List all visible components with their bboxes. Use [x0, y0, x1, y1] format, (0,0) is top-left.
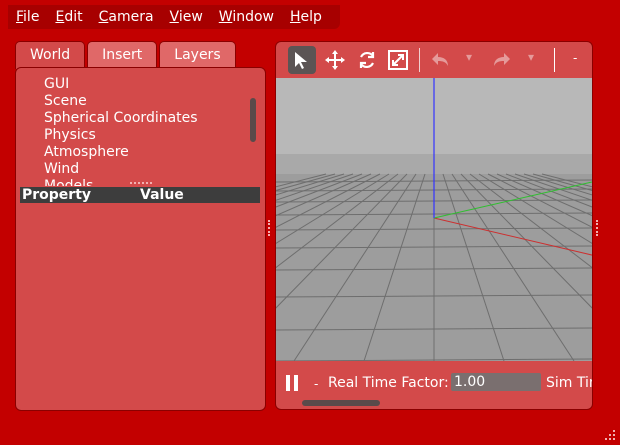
tree-scrollbar[interactable]	[250, 98, 256, 142]
select-arrow-icon[interactable]	[288, 46, 316, 74]
menu-camera[interactable]: Camera	[91, 9, 162, 25]
property-table-header: Property Value	[20, 187, 260, 203]
sim-status-bar: - Real Time Factor: 1.00 Sim Time	[276, 361, 592, 409]
redo-icon[interactable]	[488, 46, 516, 74]
tree-item-models[interactable]: Models	[44, 178, 198, 186]
pause-icon[interactable]	[286, 375, 300, 391]
tree-item-spherical-coordinates[interactable]: Spherical Coordinates	[44, 110, 198, 127]
rotate-icon[interactable]	[353, 46, 381, 74]
resize-grip-icon[interactable]	[604, 429, 616, 441]
render-panel: ▾ ▾ - - Real Time Factor: 1.00 Sim Time	[275, 41, 593, 410]
redo-dropdown-icon[interactable]: ▾	[528, 50, 534, 64]
world-panel: GUI Scene Spherical Coordinates Physics …	[15, 67, 266, 411]
splitter-handle[interactable]	[130, 182, 152, 186]
tree-item-wind[interactable]: Wind	[44, 161, 198, 178]
render-toolbar: ▾ ▾ -	[276, 42, 592, 78]
world-tree: GUI Scene Spherical Coordinates Physics …	[44, 76, 198, 186]
tree-item-scene[interactable]: Scene	[44, 93, 198, 110]
left-dock-grip[interactable]	[268, 220, 272, 236]
toolbar-separator	[419, 48, 420, 72]
left-panel-tabs: World Insert Layers	[15, 41, 238, 69]
property-column-header[interactable]: Property	[22, 187, 91, 203]
tab-insert[interactable]: Insert	[87, 41, 158, 68]
toolbar-separator-2	[554, 48, 555, 72]
rtf-label: Real Time Factor:	[328, 375, 449, 391]
translate-icon[interactable]	[321, 46, 349, 74]
tab-layers[interactable]: Layers	[159, 41, 236, 68]
tree-item-physics[interactable]: Physics	[44, 127, 198, 144]
horizontal-scrollbar[interactable]	[302, 400, 380, 406]
scale-icon[interactable]	[384, 46, 412, 74]
menu-file[interactable]: File	[8, 9, 47, 25]
tree-item-atmosphere[interactable]: Atmosphere	[44, 144, 198, 161]
toolbar-dash: -	[573, 51, 578, 65]
undo-dropdown-icon[interactable]: ▾	[466, 50, 472, 64]
menu-edit[interactable]: Edit	[47, 9, 90, 25]
value-column-header[interactable]: Value	[140, 187, 184, 203]
menu-window[interactable]: Window	[211, 9, 282, 25]
sim-time-label: Sim Time	[546, 375, 592, 391]
right-dock-grip[interactable]	[596, 220, 600, 236]
scene-render	[276, 78, 592, 362]
menu-view[interactable]: View	[162, 9, 211, 25]
tab-world[interactable]: World	[15, 41, 86, 69]
menu-help[interactable]: Help	[282, 9, 330, 25]
menu-bar: File Edit Camera View Window Help	[8, 5, 340, 29]
tree-item-gui[interactable]: GUI	[44, 76, 198, 93]
step-dash: -	[314, 377, 319, 391]
3d-viewport[interactable]	[276, 78, 592, 362]
rtf-value-field: 1.00	[451, 373, 541, 391]
undo-icon[interactable]	[426, 46, 454, 74]
